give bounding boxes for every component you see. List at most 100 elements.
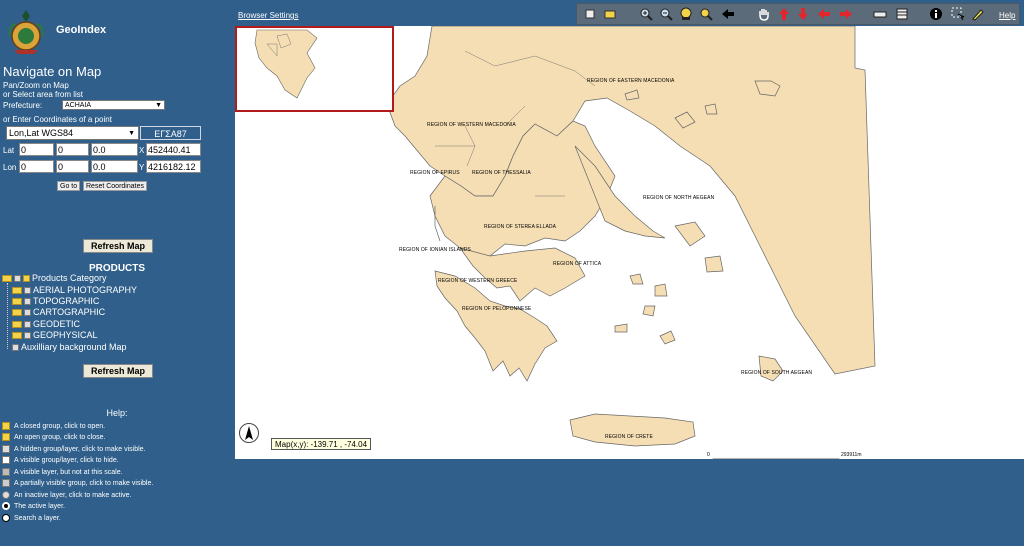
tree-item-label: CARTOGRAPHIC — [33, 307, 106, 317]
navigate-hint-1: Pan/Zoom on Map — [3, 81, 69, 90]
coordinate-readout: Map(x,y): -139.71 , -74.04 — [271, 438, 372, 450]
rubber-band-icon[interactable] — [603, 7, 617, 21]
select-icon[interactable] — [583, 7, 597, 21]
chevron-down-icon: ▼ — [155, 102, 162, 109]
y-label: Y — [139, 163, 145, 172]
region-label: REGION OF CRETE — [605, 434, 653, 440]
highlight-icon[interactable] — [971, 7, 985, 21]
pan-down-icon[interactable] — [796, 7, 810, 21]
help-item: An open group, click to close. — [2, 432, 105, 443]
pan-right-icon[interactable] — [839, 7, 853, 21]
scale-bar: 0 293911m — [707, 452, 875, 459]
navigate-title: Navigate on Map — [3, 64, 102, 79]
crs-value: Lon,Lat WGS84 — [9, 128, 74, 138]
help-item: A hidden group/layer, click to make visi… — [2, 444, 146, 455]
region-label: REGION OF PELOPONNESE — [462, 306, 532, 312]
region-label: REGION OF WESTERN MACEDONIA — [427, 122, 516, 128]
tree-item-label: GEOPHYSICAL — [33, 330, 98, 340]
zoom-in-icon[interactable] — [639, 7, 653, 21]
help-item: A visible group/layer, click to hide. — [2, 455, 119, 466]
prefecture-select[interactable]: ACHAIA ▼ — [62, 100, 165, 110]
tree-item-geophysical[interactable]: GEOPHYSICAL — [12, 330, 98, 341]
lon-minutes-input[interactable]: 0 — [56, 160, 89, 173]
hidden-layer-icon — [12, 344, 19, 352]
lat-minutes-input[interactable]: 0 — [56, 143, 89, 156]
partial-visible-icon — [2, 479, 10, 488]
inactive-layer-icon — [2, 491, 10, 500]
tree-item-cartographic[interactable]: CARTOGRAPHIC — [12, 307, 105, 318]
help-title: Help: — [106, 408, 128, 418]
closed-folder-icon — [12, 332, 22, 340]
help-item: A visible layer, but not at this scale. — [2, 467, 123, 478]
help-item: The active layer. — [2, 501, 65, 512]
pan-left-icon[interactable] — [817, 7, 831, 21]
reset-coordinates-button[interactable]: Reset Coordinates — [83, 181, 147, 191]
map-toolbar — [576, 3, 1020, 25]
region-label: REGION OF THESSALIA — [472, 170, 531, 176]
goto-button[interactable]: Go to — [57, 181, 81, 191]
layers-icon[interactable] — [895, 7, 909, 21]
closed-folder-icon — [12, 309, 22, 317]
pan-up-icon[interactable] — [777, 7, 791, 21]
tree-item-label: GEODETIC — [33, 319, 81, 329]
hidden-layer-icon — [24, 321, 31, 329]
top-bar: Browser Settings Help — [234, 0, 1024, 26]
help-link[interactable]: Help — [999, 11, 1015, 20]
open-folder-icon — [2, 275, 12, 283]
tree-item-background-map[interactable]: Auxilliary background Map — [12, 342, 127, 353]
zoom-out-icon[interactable] — [659, 7, 673, 21]
visible-layer-icon — [2, 456, 10, 465]
lon-seconds-input[interactable]: 0.0 — [91, 160, 138, 173]
pan-hand-icon[interactable] — [757, 7, 771, 21]
select-area-icon[interactable] — [951, 7, 965, 21]
tree-root-label: Products Category — [32, 273, 107, 283]
lat-degrees-input[interactable]: 0 — [19, 143, 54, 156]
search-icon — [2, 514, 10, 523]
region-label: REGION OF IONIAN ISLANDS — [399, 247, 471, 253]
refresh-map-button-2[interactable]: Refresh Map — [83, 364, 153, 378]
refresh-map-button[interactable]: Refresh Map — [83, 239, 153, 253]
tree-connector — [7, 283, 8, 349]
overview-greece — [254, 29, 318, 99]
lon-label: Lon — [3, 163, 17, 172]
hidden-layer-icon — [2, 445, 10, 454]
info-icon[interactable] — [929, 7, 943, 21]
tree-item-geodetic[interactable]: GEODETIC — [12, 319, 80, 330]
tree-item-label: Auxilliary background Map — [21, 342, 127, 352]
crs-select[interactable]: Lon,Lat WGS84 ▼ — [6, 126, 139, 140]
lat-seconds-input[interactable]: 0.0 — [91, 143, 138, 156]
zoom-search-icon[interactable] — [699, 7, 713, 21]
tree-root-products[interactable]: Products Category — [2, 273, 107, 284]
region-label: REGION OF EASTERN MACEDONIA — [587, 78, 675, 84]
closed-folder-icon — [2, 422, 10, 431]
hidden-layer-icon — [24, 332, 31, 340]
lon-degrees-input[interactable]: 0 — [19, 160, 54, 173]
x-label: X — [139, 146, 145, 155]
closed-folder-icon — [12, 287, 22, 295]
region-label: REGION OF SOUTH AEGEAN — [741, 370, 813, 376]
layers-stack-icon — [23, 275, 30, 283]
y-coordinate-input[interactable]: 4216182.12 — [146, 160, 201, 173]
coordinate-panel: Lon,Lat WGS84 ▼ ΕΓΣΑ87 Lat 0 0 0.0 X 452… — [3, 126, 201, 176]
help-item: A partially visible group, click to make… — [2, 478, 153, 489]
x-coordinate-input[interactable]: 452440.41 — [146, 143, 201, 156]
tree-item-topographic[interactable]: TOPOGRAPHIC — [12, 296, 99, 307]
egsa-label: ΕΓΣΑ87 — [140, 126, 201, 140]
open-folder-icon — [2, 433, 10, 442]
back-icon[interactable] — [721, 7, 735, 21]
zoom-full-icon[interactable] — [679, 7, 693, 21]
region-label: REGION OF EPIRUS — [410, 170, 460, 176]
north-arrow-icon — [239, 423, 259, 443]
browser-settings-link[interactable]: Browser Settings — [238, 11, 298, 20]
measure-icon[interactable] — [873, 7, 887, 21]
map-canvas[interactable]: REGION OF EASTERN MACEDONIA REGION OF WE… — [235, 26, 1024, 459]
help-item: An inactive layer, click to make active. — [2, 490, 132, 501]
tree-item-label: TOPOGRAPHIC — [33, 296, 100, 306]
tree-item-aerial[interactable]: AERIAL PHOTOGRAPHY — [12, 285, 137, 296]
prefecture-value: ACHAIA — [65, 102, 92, 109]
help-item: Search a layer. — [2, 513, 61, 524]
overview-map[interactable] — [235, 26, 394, 112]
region-label: REGION OF STEREA ELLADA — [484, 224, 557, 230]
tree-item-label: AERIAL PHOTOGRAPHY — [33, 285, 138, 295]
prefecture-label: Prefecture: — [3, 101, 43, 110]
